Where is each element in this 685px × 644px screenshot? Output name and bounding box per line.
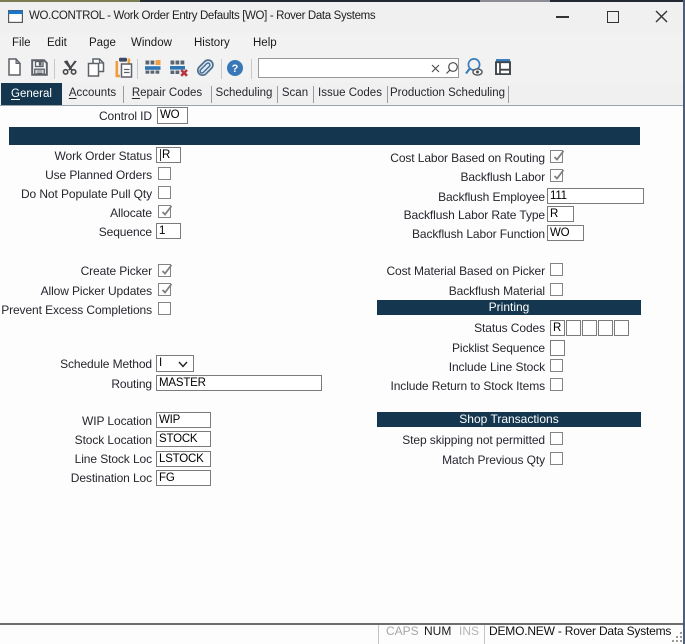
svg-text:?: ? (232, 63, 239, 75)
